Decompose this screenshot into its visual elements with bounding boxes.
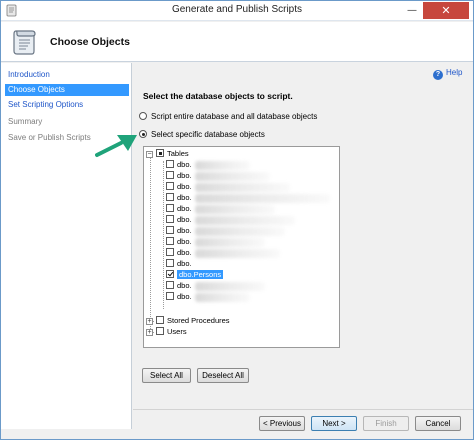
select-all-button[interactable]: Select All bbox=[142, 368, 191, 383]
table-checkbox[interactable] bbox=[166, 204, 174, 212]
table-label: dbo. bbox=[177, 193, 192, 202]
tree-node-stored-procedures[interactable]: + Stored Procedures bbox=[146, 316, 230, 326]
table-row[interactable]: dbo. bbox=[166, 204, 192, 214]
redacted-name-overlay bbox=[195, 216, 295, 225]
radio-specific-objects[interactable]: Select specific database objects bbox=[139, 130, 265, 139]
nav-item-introduction[interactable]: Introduction bbox=[5, 69, 129, 81]
redacted-name-overlay bbox=[195, 227, 285, 236]
deselect-all-button[interactable]: Deselect All bbox=[197, 368, 249, 383]
users-label: Users bbox=[167, 327, 187, 336]
table-row[interactable]: dbo. bbox=[166, 226, 192, 236]
table-checkbox[interactable] bbox=[166, 237, 174, 245]
table-row[interactable]: dbo. bbox=[166, 292, 192, 302]
radio-entire-database[interactable]: Script entire database and all database … bbox=[139, 112, 317, 121]
table-row[interactable]: dbo. bbox=[166, 160, 192, 170]
stored-procedures-checkbox[interactable] bbox=[156, 316, 164, 324]
page-header: Choose Objects bbox=[1, 22, 473, 62]
tables-label: Tables bbox=[167, 149, 189, 158]
redacted-name-overlay bbox=[195, 194, 330, 203]
table-checkbox[interactable] bbox=[166, 281, 174, 289]
table-label: dbo. bbox=[177, 204, 192, 213]
table-label: dbo. bbox=[177, 215, 192, 224]
finish-button: Finish bbox=[363, 416, 409, 431]
expand-icon[interactable]: + bbox=[146, 329, 153, 336]
redacted-name-overlay bbox=[195, 282, 265, 291]
footer-divider bbox=[133, 409, 473, 410]
redacted-name-overlay bbox=[195, 249, 280, 258]
redacted-name-overlay bbox=[195, 183, 290, 192]
tree-node-users[interactable]: + Users bbox=[146, 327, 187, 337]
table-row[interactable]: dbo. bbox=[166, 193, 192, 203]
table-label: dbo. bbox=[177, 281, 192, 290]
radio-entire-label: Script entire database and all database … bbox=[151, 112, 318, 121]
minimize-button[interactable]: — bbox=[404, 2, 420, 19]
nav-item-set-scripting-options[interactable]: Set Scripting Options bbox=[5, 99, 129, 111]
table-checkbox[interactable] bbox=[166, 215, 174, 223]
table-row[interactable]: dbo. bbox=[166, 215, 192, 225]
table-row[interactable]: dbo. bbox=[166, 259, 192, 269]
table-row[interactable]: dbo. bbox=[166, 182, 192, 192]
table-row[interactable]: dbo. bbox=[166, 237, 192, 247]
table-row[interactable]: dbo. bbox=[166, 281, 192, 291]
table-label: dbo. bbox=[177, 292, 192, 301]
annotation-arrow-icon bbox=[95, 135, 137, 157]
redacted-name-overlay bbox=[195, 238, 265, 247]
collapse-icon[interactable]: − bbox=[146, 151, 153, 158]
tables-checkbox[interactable] bbox=[156, 149, 164, 157]
table-checkbox[interactable] bbox=[166, 248, 174, 256]
object-tree[interactable]: − Tables dbo. dbo. dbo. dbo. dbo. dbo. dbo. dbo.… bbox=[143, 146, 340, 348]
instruction-text: Select the database objects to script. bbox=[143, 91, 293, 101]
table-label: dbo. bbox=[177, 259, 192, 268]
table-row[interactable]: dbo. bbox=[166, 248, 192, 258]
table-label: dbo. bbox=[177, 171, 192, 180]
table-checkbox[interactable] bbox=[166, 259, 174, 267]
tree-node-tables[interactable]: − Tables bbox=[146, 149, 189, 159]
expand-icon[interactable]: + bbox=[146, 318, 153, 325]
close-button[interactable]: ✕ bbox=[423, 2, 469, 19]
wizard-nav: Introduction Choose Objects Set Scriptin… bbox=[1, 63, 132, 429]
table-checkbox[interactable] bbox=[166, 193, 174, 201]
table-label: dbo. bbox=[177, 248, 192, 257]
help-link[interactable]: ? Help bbox=[433, 68, 462, 80]
radio-circle[interactable] bbox=[139, 112, 147, 120]
table-label: dbo. bbox=[177, 226, 192, 235]
stored-procedures-label: Stored Procedures bbox=[167, 316, 230, 325]
table-label: dbo.Persons bbox=[177, 270, 224, 279]
table-checkbox[interactable] bbox=[166, 160, 174, 168]
next-button[interactable]: Next > bbox=[311, 416, 357, 431]
table-label: dbo. bbox=[177, 160, 192, 169]
help-icon: ? bbox=[433, 70, 443, 80]
generate-scripts-window: Generate and Publish Scripts — ✕ Choose … bbox=[0, 0, 474, 440]
table-checkbox[interactable] bbox=[166, 226, 174, 234]
redacted-name-overlay bbox=[195, 205, 275, 214]
script-scroll-icon bbox=[13, 30, 36, 55]
radio-specific-label: Select specific database objects bbox=[151, 130, 265, 139]
title-bar: Generate and Publish Scripts — ✕ bbox=[1, 1, 473, 21]
table-label: dbo. bbox=[177, 182, 192, 191]
table-label: dbo. bbox=[177, 237, 192, 246]
table-checkbox[interactable] bbox=[166, 270, 174, 278]
table-checkbox[interactable] bbox=[166, 292, 174, 300]
help-label: Help bbox=[446, 68, 463, 77]
table-checkbox[interactable] bbox=[166, 182, 174, 190]
table-checkbox[interactable] bbox=[166, 171, 174, 179]
radio-circle-selected[interactable] bbox=[139, 130, 147, 138]
cancel-button[interactable]: Cancel bbox=[415, 416, 461, 431]
redacted-name-overlay bbox=[195, 161, 250, 170]
page-title: Choose Objects bbox=[50, 36, 130, 48]
nav-item-summary: Summary bbox=[8, 117, 43, 126]
previous-button[interactable]: < Previous bbox=[259, 416, 305, 431]
nav-item-choose-objects[interactable]: Choose Objects bbox=[5, 84, 129, 96]
users-checkbox[interactable] bbox=[156, 327, 164, 335]
table-row[interactable]: dbo.Persons bbox=[166, 270, 224, 280]
redacted-name-overlay bbox=[195, 293, 250, 302]
redacted-name-overlay bbox=[195, 172, 270, 181]
table-row[interactable]: dbo. bbox=[166, 171, 192, 181]
window-title: Generate and Publish Scripts bbox=[171, 4, 303, 15]
